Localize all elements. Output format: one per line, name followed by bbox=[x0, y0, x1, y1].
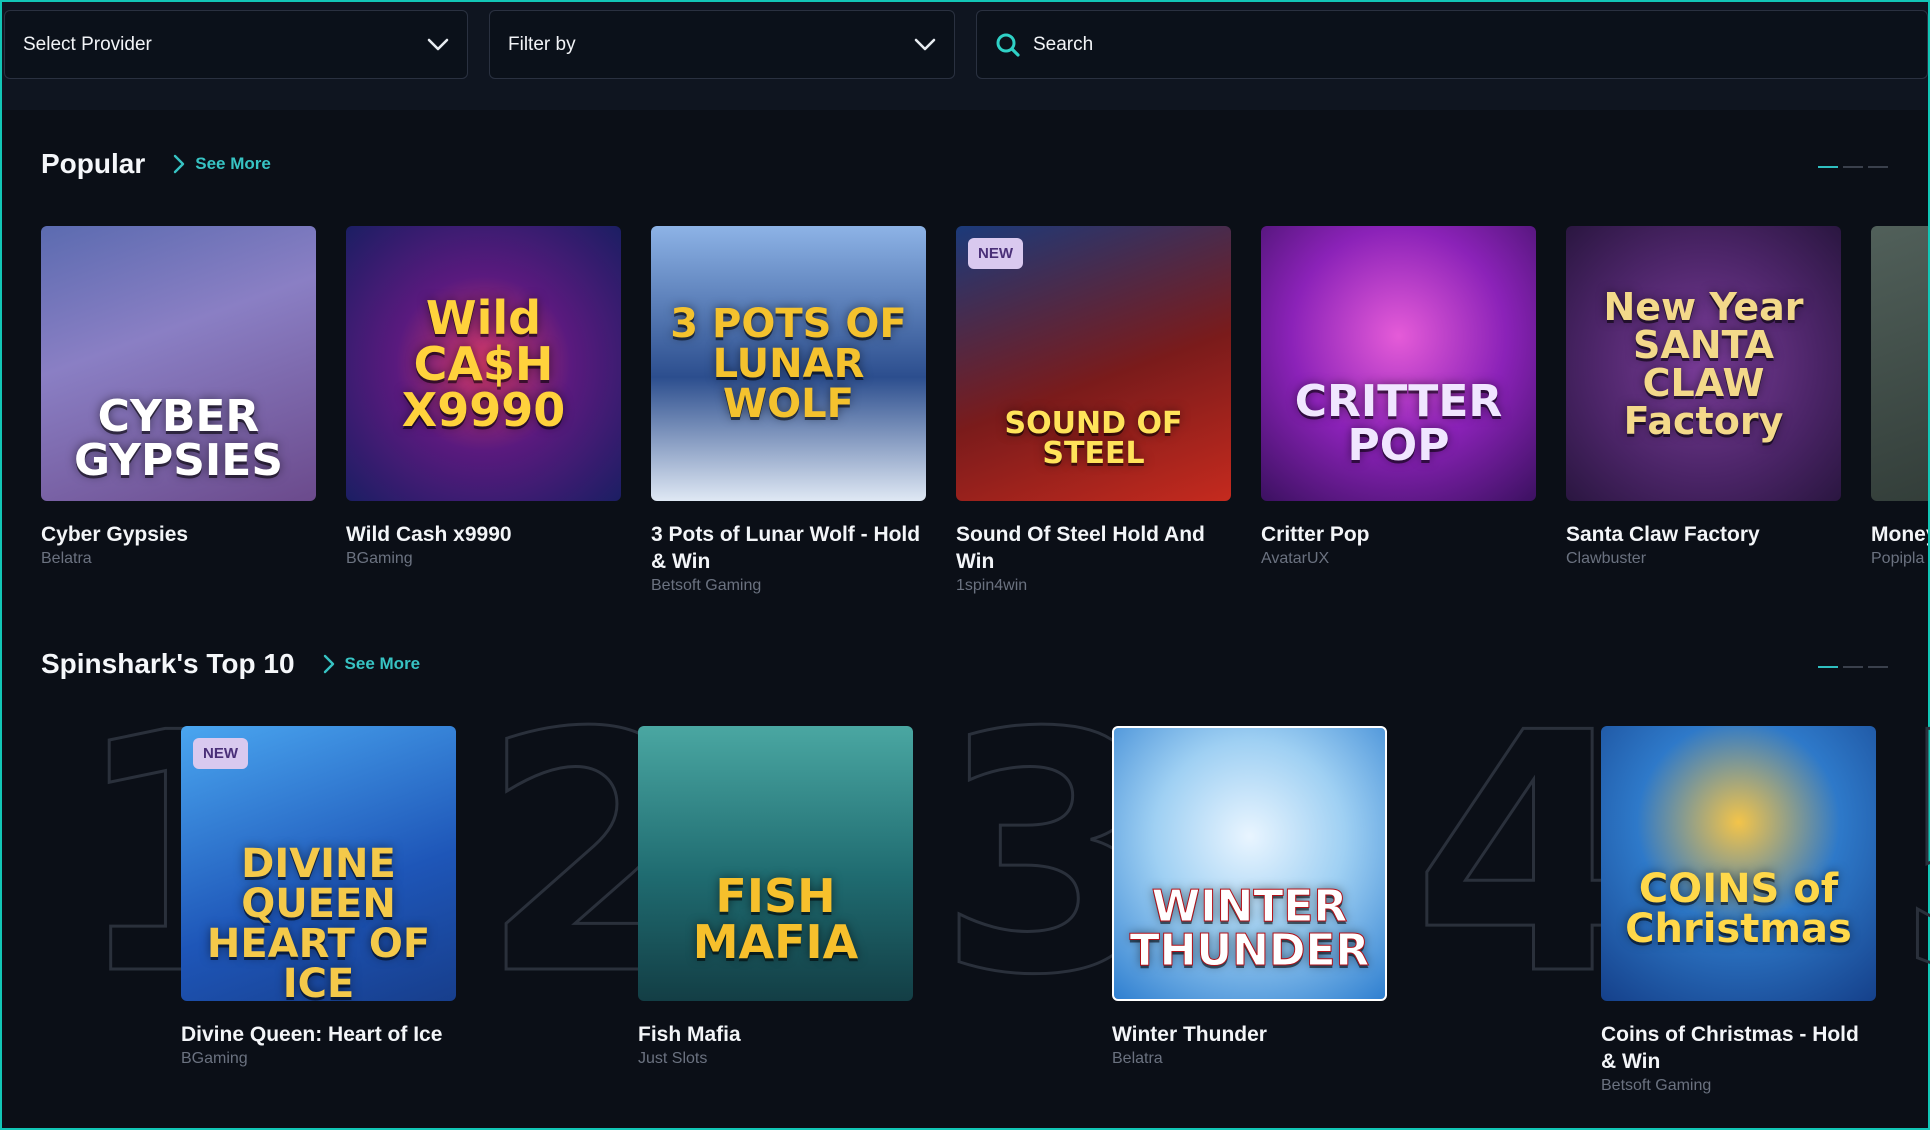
game-title[interactable]: Critter Pop bbox=[1261, 521, 1536, 548]
game-provider: AvatarUX bbox=[1261, 550, 1330, 567]
chevron-right-icon bbox=[323, 654, 334, 674]
see-more-link[interactable]: See More bbox=[173, 154, 271, 174]
popular-section-header: Popular See More bbox=[41, 148, 271, 180]
game-provider: Betsoft Gaming bbox=[1601, 1077, 1712, 1094]
pager-dot[interactable] bbox=[1843, 166, 1863, 168]
search-input[interactable]: Search bbox=[976, 10, 1928, 79]
game-thumbnail[interactable]: CYBER GYPSIES bbox=[41, 226, 316, 501]
search-placeholder: Search bbox=[1033, 33, 1094, 55]
game-card[interactable]: M Money Popipla bbox=[1871, 226, 1928, 568]
game-title[interactable]: Coins of Christmas - Hold & Win bbox=[1601, 1021, 1876, 1075]
game-thumbnail[interactable]: NEW SOUND OF STEEL bbox=[956, 226, 1231, 501]
filter-by-dropdown[interactable]: Filter by bbox=[489, 10, 955, 79]
pager-dot[interactable] bbox=[1843, 666, 1863, 668]
carousel-pager[interactable] bbox=[1818, 166, 1888, 168]
game-card[interactable]: NEW SOUND OF STEEL Sound Of Steel Hold A… bbox=[956, 226, 1231, 595]
game-card[interactable]: CRITTER POP Critter Pop AvatarUX bbox=[1261, 226, 1536, 568]
game-card[interactable]: COINS of Christmas Coins of Christmas - … bbox=[1601, 726, 1876, 1095]
game-logo-text: New Year SANTA CLAW Factory bbox=[1603, 284, 1804, 443]
game-provider: BGaming bbox=[181, 1050, 248, 1067]
game-provider: Just Slots bbox=[638, 1050, 708, 1067]
game-card[interactable]: WINTER THUNDER Winter Thunder Belatra bbox=[1112, 726, 1387, 1068]
game-title[interactable]: Winter Thunder bbox=[1112, 1021, 1387, 1048]
game-card[interactable]: 3 POTS OF LUNAR WOLF 3 Pots of Lunar Wol… bbox=[651, 226, 926, 595]
game-card[interactable]: Wild CA$H X9990 Wild Cash x9990 BGaming bbox=[346, 226, 621, 568]
pager-dot[interactable] bbox=[1868, 166, 1888, 168]
game-title[interactable]: 3 Pots of Lunar Wolf - Hold & Win bbox=[651, 521, 926, 575]
section-title: Popular bbox=[41, 148, 146, 179]
game-title[interactable]: Cyber Gypsies bbox=[41, 521, 316, 548]
game-provider: BGaming bbox=[346, 550, 413, 567]
chevron-right-icon bbox=[174, 154, 185, 174]
see-more-link[interactable]: See More bbox=[323, 654, 421, 674]
pager-dot[interactable] bbox=[1818, 166, 1838, 168]
game-thumbnail[interactable]: WINTER THUNDER bbox=[1112, 726, 1387, 1001]
game-card[interactable]: FISH MAFIA Fish Mafia Just Slots bbox=[638, 726, 913, 1068]
new-badge: NEW bbox=[193, 738, 248, 769]
game-logo-text: FISH MAFIA bbox=[692, 868, 859, 969]
game-card[interactable]: NEW DIVINE QUEEN HEART OF ICE Divine Que… bbox=[181, 726, 456, 1068]
game-title[interactable]: Santa Claw Factory bbox=[1566, 521, 1841, 548]
game-logo-text: CRITTER POP bbox=[1294, 375, 1503, 471]
game-thumbnail[interactable]: New Year SANTA CLAW Factory bbox=[1566, 226, 1841, 501]
game-title[interactable]: Wild Cash x9990 bbox=[346, 521, 621, 548]
game-logo-text: Wild CA$H X9990 bbox=[401, 290, 566, 437]
filter-by-label: Filter by bbox=[508, 33, 576, 55]
game-thumbnail[interactable]: M bbox=[1871, 226, 1928, 501]
game-logo-text: 3 POTS OF LUNAR WOLF bbox=[670, 300, 907, 427]
rank-numeral: 5 bbox=[1891, 689, 1930, 1022]
game-card[interactable]: CYBER GYPSIES Cyber Gypsies Belatra bbox=[41, 226, 316, 568]
search-icon bbox=[995, 32, 1021, 58]
game-card[interactable]: New Year SANTA CLAW Factory Santa Claw F… bbox=[1566, 226, 1841, 568]
game-thumbnail[interactable]: NEW DIVINE QUEEN HEART OF ICE bbox=[181, 726, 456, 1001]
game-provider: Betsoft Gaming bbox=[651, 577, 762, 594]
game-logo-text: CYBER GYPSIES bbox=[73, 390, 284, 486]
game-provider: Belatra bbox=[41, 550, 92, 567]
game-provider: Popipla bbox=[1871, 550, 1925, 567]
game-provider: Belatra bbox=[1112, 1050, 1163, 1067]
game-provider: 1spin4win bbox=[956, 577, 1028, 594]
game-title[interactable]: Divine Queen: Heart of Ice bbox=[181, 1021, 456, 1048]
filter-bar: Select Provider Filter by Search bbox=[2, 2, 1928, 110]
pager-dot[interactable] bbox=[1818, 666, 1838, 668]
pager-dot[interactable] bbox=[1868, 666, 1888, 668]
game-title[interactable]: Sound Of Steel Hold And Win bbox=[956, 521, 1231, 575]
chevron-down-icon bbox=[914, 38, 936, 52]
game-provider: Clawbuster bbox=[1566, 550, 1647, 567]
game-thumbnail[interactable]: FISH MAFIA bbox=[638, 726, 913, 1001]
game-thumbnail[interactable]: COINS of Christmas bbox=[1601, 726, 1876, 1001]
game-title[interactable]: Fish Mafia bbox=[638, 1021, 913, 1048]
see-more-label: See More bbox=[195, 154, 271, 173]
game-thumbnail[interactable]: 3 POTS OF LUNAR WOLF bbox=[651, 226, 926, 501]
carousel-pager[interactable] bbox=[1818, 666, 1888, 668]
select-provider-label: Select Provider bbox=[23, 33, 152, 55]
game-thumbnail[interactable]: Wild CA$H X9990 bbox=[346, 226, 621, 501]
game-thumbnail[interactable]: CRITTER POP bbox=[1261, 226, 1536, 501]
select-provider-dropdown[interactable]: Select Provider bbox=[4, 10, 468, 79]
see-more-label: See More bbox=[344, 654, 421, 673]
new-badge: NEW bbox=[968, 238, 1023, 269]
game-logo-text: DIVINE QUEEN HEART OF ICE bbox=[206, 840, 431, 1002]
game-logo-text: COINS of Christmas bbox=[1625, 865, 1852, 952]
chevron-down-icon bbox=[427, 38, 449, 52]
game-title[interactable]: Money bbox=[1871, 521, 1928, 548]
game-logo-text: WINTER THUNDER bbox=[1129, 880, 1370, 976]
game-logo-text: SOUND OF STEEL bbox=[1004, 405, 1183, 471]
